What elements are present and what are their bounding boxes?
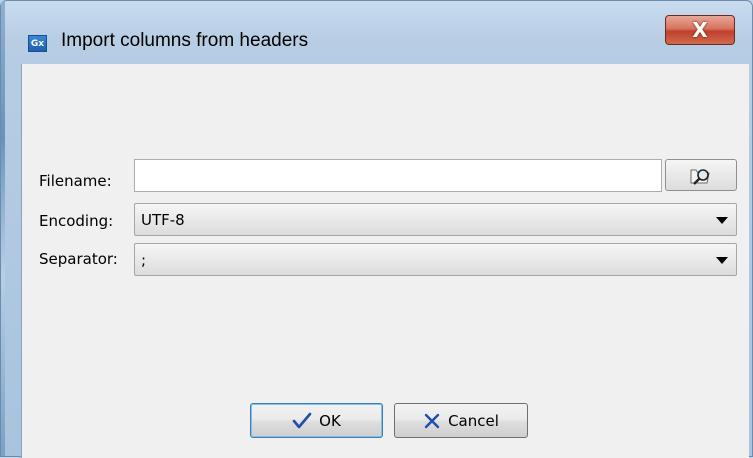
dialog-content: Filename: Encoding: UTF-8 Separator: ; O… bbox=[21, 64, 749, 458]
filename-input[interactable] bbox=[134, 159, 662, 192]
separator-label: Separator: bbox=[39, 250, 118, 268]
chevron-down-icon bbox=[716, 257, 728, 264]
dialog-window: Gx Import columns from headers X Filenam… bbox=[0, 0, 753, 458]
encoding-label: Encoding: bbox=[39, 212, 114, 230]
chevron-down-icon bbox=[716, 217, 728, 224]
browse-button[interactable] bbox=[665, 159, 737, 191]
separator-value: ; bbox=[141, 251, 147, 269]
encoding-select[interactable]: UTF-8 bbox=[134, 203, 737, 236]
checkmark-icon bbox=[292, 412, 312, 428]
close-icon: X bbox=[692, 18, 708, 42]
cancel-label: Cancel bbox=[448, 411, 499, 430]
ok-label: OK bbox=[319, 411, 341, 430]
filename-label: Filename: bbox=[39, 172, 112, 190]
ok-button[interactable]: OK bbox=[250, 403, 383, 438]
window-title: Import columns from headers bbox=[61, 30, 309, 51]
browse-folder-search-icon bbox=[690, 169, 710, 185]
app-icon: Gx bbox=[28, 35, 47, 52]
cancel-button[interactable]: Cancel bbox=[394, 403, 528, 438]
separator-select[interactable]: ; bbox=[134, 243, 737, 276]
close-button[interactable]: X bbox=[665, 15, 735, 45]
x-cancel-icon bbox=[424, 413, 440, 428]
title-bar[interactable]: Gx Import columns from headers X bbox=[1, 1, 752, 52]
encoding-value: UTF-8 bbox=[141, 211, 185, 229]
